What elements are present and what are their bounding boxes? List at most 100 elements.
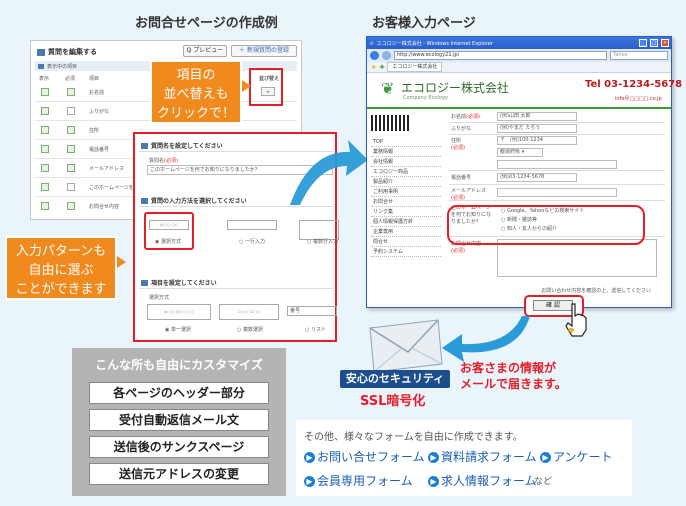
heading-customer-page: お客様入力ページ [372, 16, 476, 31]
custom-sender-item: 送信元アドレスの変更 [89, 463, 269, 485]
add-question-button[interactable]: ＋ 新規質問の登録 [231, 45, 297, 57]
nav-item[interactable]: 業務情報 [371, 147, 441, 157]
section1-title: 質問名を設定してください [151, 143, 223, 150]
nav-item[interactable]: 問合せ [371, 237, 441, 247]
form-label: ふりがな [451, 126, 472, 132]
col-item: 項目 [89, 76, 100, 82]
required-checkbox[interactable] [67, 202, 75, 210]
subheader-label: 表示中の項目 [47, 63, 78, 70]
form-label: 住所 (必須) [451, 137, 465, 151]
add-favorite-icon[interactable]: ✚ [379, 64, 384, 71]
form-row: 住所 (必須) 〒 (例)100-1234 都道府県 ▾ [449, 135, 665, 171]
show-checkbox[interactable] [41, 88, 49, 96]
forward-icon[interactable] [382, 51, 391, 60]
show-checkbox[interactable] [41, 164, 49, 172]
address-input[interactable] [497, 160, 617, 169]
nav-item[interactable]: 製品紹介 [371, 177, 441, 187]
back-icon[interactable] [370, 51, 379, 60]
form-link-label: 会員専用フォーム [317, 474, 413, 488]
form-link-label: 資料請求フォーム [441, 450, 537, 464]
label-text: 住所 [451, 138, 462, 144]
row-label: メールアドレス [89, 166, 125, 172]
arrow-right-icon: ▶ [428, 452, 439, 463]
form-link-recruit[interactable]: ▶ 求人情報フォーム [428, 472, 537, 489]
minimize-icon[interactable]: _ [639, 39, 647, 47]
custom-header-item: 各ページのヘッダー部分 [89, 382, 269, 404]
nav-item[interactable]: 個人情報保護方針 [371, 217, 441, 227]
address-input[interactable]: http://www.ecology21.jp/ [394, 51, 607, 60]
mail-flow-arrow-shape [442, 316, 530, 362]
required-checkbox[interactable] [67, 164, 75, 172]
form-link-survey[interactable]: ▶ アンケート [540, 448, 613, 465]
maximize-icon[interactable]: □ [650, 39, 658, 47]
radio-list[interactable]: ○ リスト [305, 326, 326, 333]
arrow-right-icon: ▶ [304, 452, 315, 463]
row-label: このホームページを… [89, 185, 139, 191]
form-link-document[interactable]: ▶ 資料請求フォーム [428, 448, 537, 465]
section3-title: 項目を設定してください [151, 280, 217, 287]
company-sub: Company Ecology [403, 95, 448, 101]
required-checkbox[interactable] [67, 88, 75, 96]
form-row: お名前(必須) (例)山田 太郎 [449, 111, 665, 123]
section2-header: 質問の入力方法を選択してください [141, 196, 247, 205]
email-input[interactable] [497, 188, 617, 197]
name-input[interactable]: (例)山田 太郎 [497, 112, 577, 121]
phone-input[interactable]: (例)03-1234-5678 [497, 173, 577, 182]
folder-icon [141, 279, 148, 286]
show-checkbox[interactable] [41, 145, 49, 153]
form-link-member[interactable]: ▶ 会員専用フォーム [304, 472, 413, 489]
search-input[interactable]: Yahoo [610, 51, 668, 60]
radio-multi-choice[interactable]: ○ 複数選択 [237, 326, 263, 333]
nav-item[interactable]: エコロジー商品 [371, 167, 441, 177]
sort-highlight-frame [249, 68, 283, 106]
title-bar: e エコロジー株式会社 - Windows Internet Explorer … [367, 37, 671, 49]
nav-item[interactable]: ご利用事例 [371, 187, 441, 197]
radio-label: 選択方式 [160, 239, 181, 245]
radio-single-line[interactable]: ○ 一行入力 [239, 238, 265, 245]
prefecture-select[interactable]: 都道府県 ▾ [497, 148, 543, 157]
required-mark: (必須) [451, 145, 465, 151]
favorites-star-icon[interactable]: ★ [371, 64, 376, 71]
list-sample: 番号 [287, 306, 337, 316]
nav-item[interactable]: 企業専用 [371, 227, 441, 237]
nav-item[interactable]: お問合せ [371, 197, 441, 207]
editor-header: 質問を編集する [37, 47, 97, 57]
arrow-right-icon: ▶ [540, 452, 551, 463]
single-line-sample [227, 220, 277, 230]
callout-sort: 項目の 並べ替えも クリックで！ [150, 60, 242, 124]
required-checkbox[interactable] [67, 126, 75, 134]
radio-multi-line[interactable]: ○ 複数行入力 [307, 238, 338, 245]
choice-type-label: 選択方式 [149, 295, 170, 301]
form-label: メールアドレス (必須) [451, 187, 486, 201]
show-checkbox[interactable] [41, 107, 49, 115]
form-link-inquiry[interactable]: ▶ お問い合せフォーム [304, 448, 425, 465]
browser-tab[interactable]: エコロジー株式会社 [387, 62, 443, 72]
radio-select[interactable]: ◉ 選択方式 [155, 238, 181, 245]
nav-item[interactable]: リンク集 [371, 207, 441, 217]
radio-single-choice[interactable]: ◉ 単一選択 [165, 326, 191, 333]
radio-label: 一行入力 [244, 239, 265, 245]
furigana-input[interactable]: (例)やまだ たろう [497, 124, 577, 133]
nav-item[interactable]: 予約システム [371, 247, 441, 257]
form-link-label: アンケート [553, 450, 613, 464]
required-checkbox[interactable] [67, 107, 75, 115]
radio-label: 複数選択 [242, 327, 263, 333]
close-icon[interactable]: × [661, 39, 669, 47]
required-checkbox[interactable] [67, 183, 75, 191]
nav-item[interactable]: 会社情報 [371, 157, 441, 167]
preview-button[interactable]: Q プレビュー [183, 45, 227, 57]
form-link-label: 求人情報フォーム [441, 474, 537, 488]
nav-item[interactable]: TOP [371, 137, 441, 147]
show-checkbox[interactable] [41, 126, 49, 134]
show-checkbox[interactable] [41, 183, 49, 191]
zip-input[interactable]: 〒 (例)100-1234 [497, 136, 577, 145]
contact-form: お名前(必須) (例)山田 太郎 ふりがな (例)やまだ たろう 住所 (必須) … [449, 111, 665, 294]
label-text: 質問名 [149, 158, 165, 164]
radio-label: 単一選択 [170, 327, 191, 333]
customize-title: こんな所も自由にカスタマイズ [95, 358, 263, 372]
show-checkbox[interactable] [41, 202, 49, 210]
heading-example: お問合せページの作成例 [135, 16, 278, 31]
callout-input-pattern: 入力パターンも 自由に選ぶ ことができます [5, 236, 117, 300]
row-label: お名前 [89, 90, 105, 96]
required-checkbox[interactable] [67, 145, 75, 153]
